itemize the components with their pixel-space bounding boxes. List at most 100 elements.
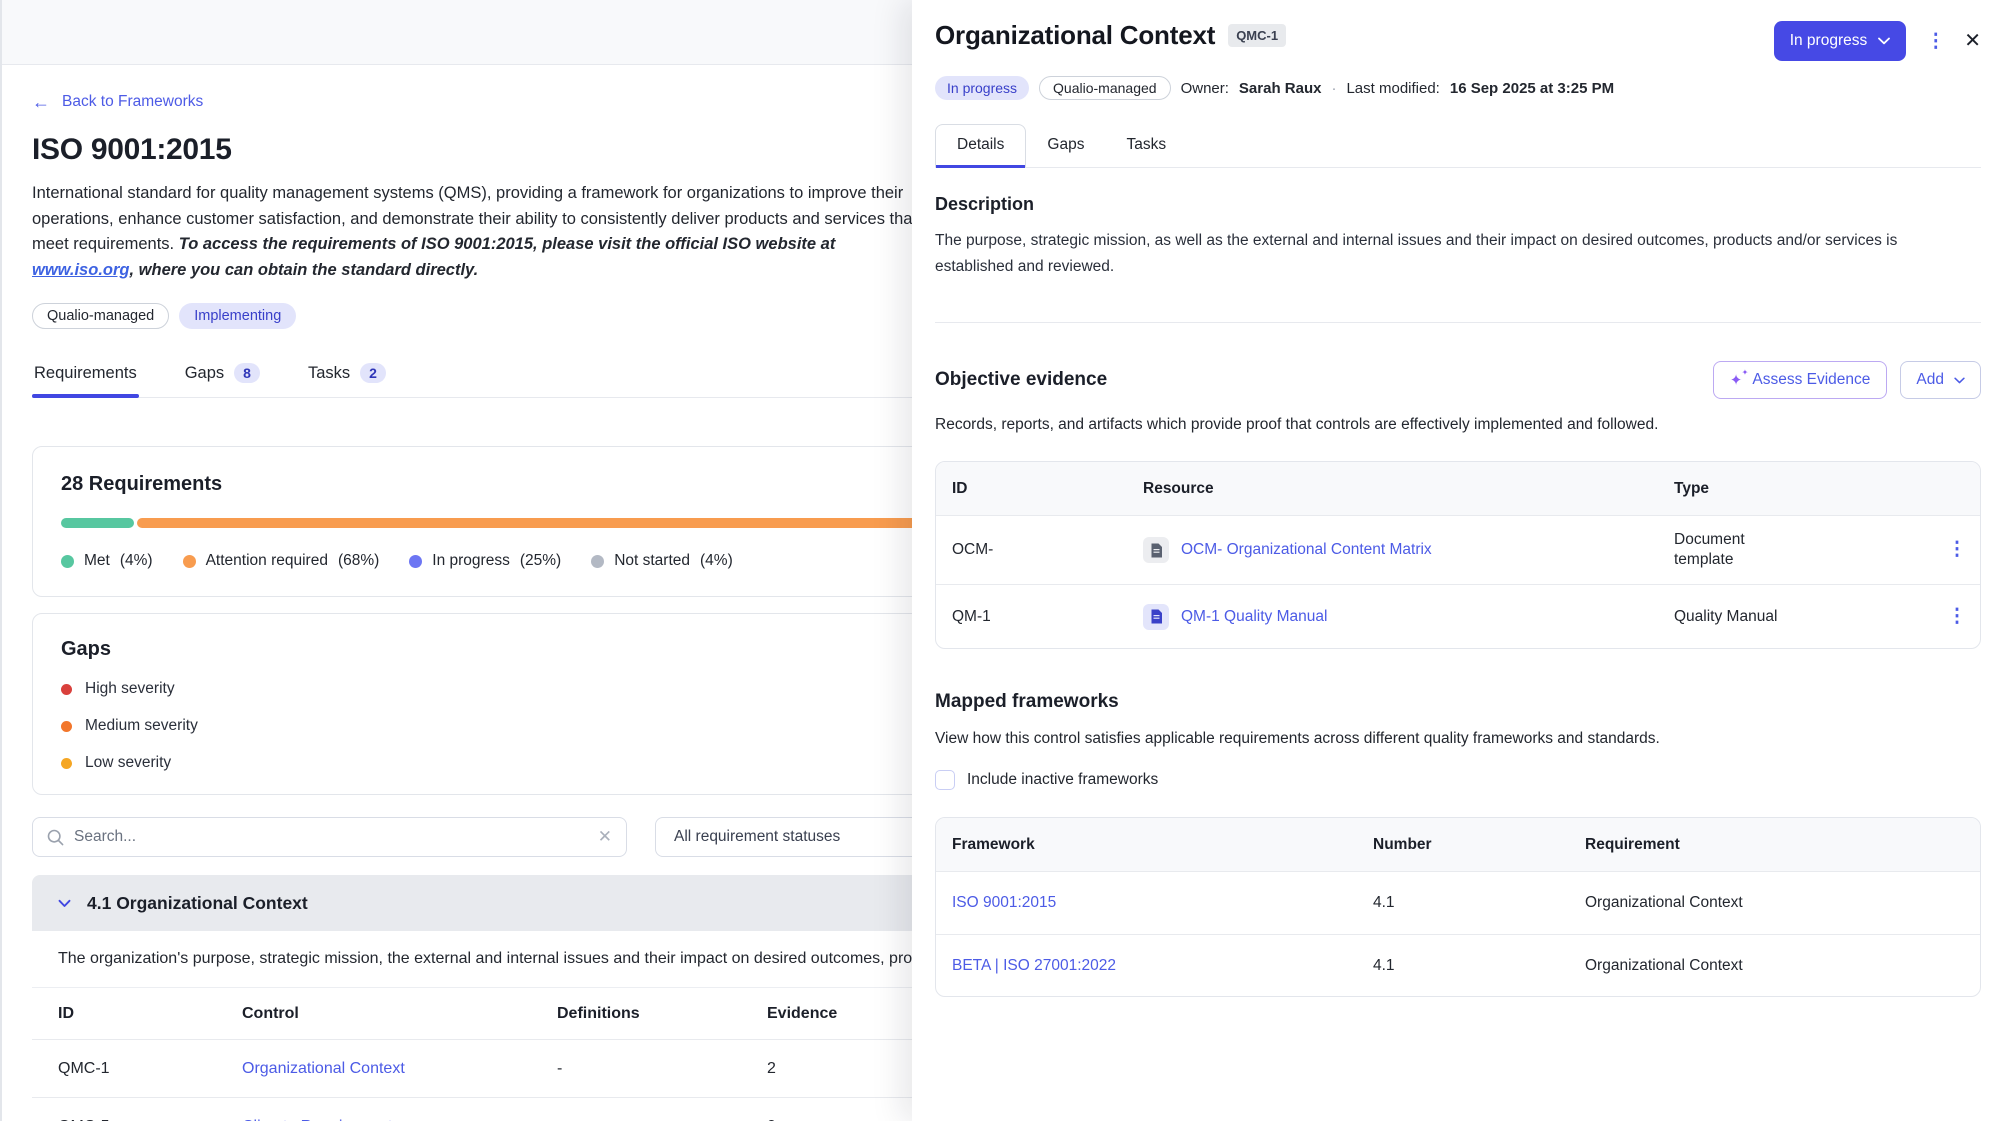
gaps-count-badge: 8 (234, 363, 260, 383)
evidence-table-header: ID Resource Type (936, 462, 1980, 516)
legend-item-attention: Attention required (68%) (183, 552, 380, 570)
panel-tabs: Details Gaps Tasks (935, 124, 1981, 168)
app-root: ← Back to Frameworks ISO 9001:2015 Inter… (0, 0, 2000, 1121)
divider (935, 322, 1981, 323)
low-severity-label: Low severity (85, 754, 171, 772)
close-icon[interactable]: ✕ (1964, 31, 1981, 51)
evidence-type: Quality Manual (1674, 607, 1777, 627)
include-inactive-checkbox-row[interactable]: Include inactive frameworks (935, 770, 1158, 790)
tab-gaps[interactable]: Gaps 8 (183, 363, 262, 397)
legend-label: Met (84, 552, 110, 570)
col-header-requirement: Requirement (1585, 836, 1980, 854)
framework-link[interactable]: ISO 9001:2015 (952, 894, 1056, 911)
requirement-name: Organizational Context (1585, 894, 1980, 912)
control-id: QMC-1 (58, 1060, 242, 1078)
legend-pct: (25%) (520, 552, 561, 570)
back-arrow-icon: ← (32, 93, 50, 111)
description-emphasis: To access the requirements of ISO 9001:2… (179, 235, 836, 253)
legend-item-in-progress: In progress (25%) (409, 552, 561, 570)
tab-tasks-label: Tasks (308, 364, 350, 383)
tab-gaps-label: Gaps (185, 364, 224, 383)
more-options-icon[interactable]: ⋮ (1926, 32, 1944, 51)
col-header-id: ID (58, 1005, 242, 1023)
control-link[interactable]: Organizational Context (242, 1060, 405, 1077)
search-input[interactable] (74, 828, 588, 846)
control-link[interactable]: Climate Requirements (242, 1118, 400, 1121)
evidence-table: ID Resource Type OCM- OCM- Organizationa… (935, 461, 1981, 649)
table-row: QM-1 QM-1 Quality Manual Quality Manual … (936, 584, 1980, 648)
control-definitions: - (557, 1060, 767, 1078)
description-heading: Description (935, 194, 1981, 215)
status-badge: In progress (935, 76, 1029, 100)
back-link-label: Back to Frameworks (62, 93, 203, 111)
tab-requirements[interactable]: Requirements (32, 363, 139, 397)
sparkle-icon: ✦ (1730, 373, 1743, 388)
high-severity-dot (61, 684, 72, 695)
legend-label: In progress (432, 552, 510, 570)
not-started-dot (591, 555, 604, 568)
panel-actions: In progress ⋮ ✕ (1774, 21, 1981, 61)
assess-evidence-label: Assess Evidence (1752, 371, 1870, 389)
control-detail-panel: Organizational Context QMC-1 In progress… (912, 0, 2000, 1121)
progress-segment-met (61, 518, 134, 528)
table-row: BETA | ISO 27001:2022 4.1 Organizational… (936, 934, 1980, 996)
col-header-type: Type (1674, 480, 1934, 498)
mapped-frameworks-heading: Mapped frameworks (935, 691, 1981, 713)
last-modified-value: 16 Sep 2025 at 3:25 PM (1450, 80, 1614, 97)
high-severity-label: High severity (85, 680, 175, 698)
legend-label: Attention required (206, 552, 328, 570)
framework-link[interactable]: BETA | ISO 27001:2022 (952, 957, 1116, 974)
search-box[interactable]: ✕ (32, 817, 627, 857)
chevron-down-icon (1878, 37, 1890, 45)
legend-pct: (68%) (338, 552, 379, 570)
back-to-frameworks-link[interactable]: ← Back to Frameworks (32, 93, 203, 111)
section-title: 4.1 Organizational Context (87, 893, 308, 914)
legend-label: Not started (614, 552, 690, 570)
evidence-resource-link[interactable]: OCM- Organizational Content Matrix (1181, 541, 1432, 559)
met-dot (61, 555, 74, 568)
chevron-down-icon (58, 899, 71, 908)
implementing-tag: Implementing (179, 303, 296, 329)
assess-evidence-button[interactable]: ✦ Assess Evidence (1713, 361, 1888, 399)
evidence-type: Document template (1674, 530, 1804, 570)
qualio-managed-tag: Qualio-managed (32, 303, 169, 329)
add-button-label: Add (1916, 371, 1944, 389)
medium-severity-dot (61, 721, 72, 732)
attention-dot (183, 555, 196, 568)
status-dropdown-button[interactable]: In progress (1774, 21, 1907, 61)
last-modified-label: Last modified: (1346, 80, 1439, 97)
checkbox-label: Include inactive frameworks (967, 771, 1158, 789)
document-template-icon (1143, 537, 1169, 563)
control-id-badge: QMC-1 (1228, 24, 1286, 47)
mapped-frameworks-subtext: View how this control satisfies applicab… (935, 730, 1981, 748)
legend-pct: (4%) (120, 552, 153, 570)
evidence-id: OCM- (936, 541, 1143, 559)
legend-item-met: Met (4%) (61, 552, 153, 570)
clear-search-icon[interactable]: ✕ (598, 827, 612, 847)
col-header-definitions: Definitions (557, 1005, 767, 1023)
table-row: ISO 9001:2015 4.1 Organizational Context (936, 872, 1980, 934)
requirement-number: 4.1 (1373, 894, 1585, 912)
evidence-resource-link[interactable]: QM-1 Quality Manual (1181, 608, 1327, 626)
objective-evidence-header: Objective evidence ✦ Assess Evidence Add (935, 361, 1981, 399)
col-header-framework: Framework (936, 836, 1373, 854)
col-header-control: Control (242, 1005, 557, 1023)
mapped-table-header: Framework Number Requirement (936, 818, 1980, 872)
checkbox-unchecked[interactable] (935, 770, 955, 790)
col-header-resource: Resource (1143, 480, 1674, 498)
meta-separator: · (1331, 80, 1336, 97)
tab-gaps[interactable]: Gaps (1026, 125, 1105, 167)
owner-label: Owner: (1181, 80, 1229, 97)
tab-tasks[interactable]: Tasks 2 (306, 363, 388, 397)
search-icon (47, 829, 64, 846)
tab-details[interactable]: Details (935, 124, 1026, 167)
add-evidence-button[interactable]: Add (1900, 361, 1981, 399)
row-options-icon[interactable]: ⋮ (1948, 606, 1967, 627)
iso-website-link[interactable]: www.iso.org (32, 261, 129, 279)
tab-tasks[interactable]: Tasks (1105, 125, 1187, 167)
col-header-number: Number (1373, 836, 1585, 854)
chevron-down-icon (1954, 377, 1965, 384)
framework-description: International standard for quality manag… (32, 181, 920, 283)
col-header-id: ID (936, 480, 1143, 498)
row-options-icon[interactable]: ⋮ (1948, 539, 1967, 560)
